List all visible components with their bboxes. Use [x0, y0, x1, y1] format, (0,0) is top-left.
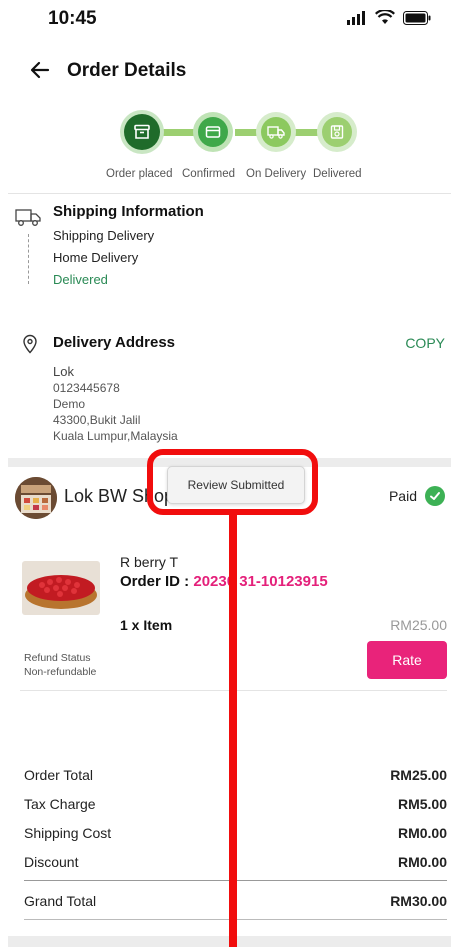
archive-box-icon [134, 124, 150, 139]
product-image [22, 561, 100, 615]
progress-step-order-placed [120, 110, 164, 154]
discount-label: Discount [24, 854, 79, 870]
progress-step-delivered [317, 112, 357, 152]
rate-button[interactable]: Rate [367, 641, 447, 679]
copy-address-button[interactable]: COPY [405, 335, 445, 351]
address-name: Lok [53, 364, 74, 379]
grand-total-label: Grand Total [24, 893, 97, 909]
annotation-highlight-box [147, 449, 318, 515]
progress-step-on-delivery [256, 112, 296, 152]
address-title: Delivery Address [53, 334, 176, 351]
order-id-label: Order ID : [120, 573, 190, 590]
address-phone: 0123445678 [53, 381, 120, 395]
truck-outline-icon [15, 209, 41, 226]
truck-icon [267, 126, 285, 139]
shipping-title: Shipping Information [53, 203, 204, 220]
tax-charge-label: Tax Charge [24, 796, 96, 812]
product-name: R berry T [120, 554, 179, 570]
progress-label: Delivered [313, 168, 362, 180]
refund-status: Refund Status Non-refundable [24, 651, 96, 679]
shipping-cost-value: RM0.00 [397, 825, 447, 841]
progress-label: Order placed [106, 168, 173, 180]
check-circle-icon [425, 486, 445, 506]
back-arrow-icon[interactable] [28, 58, 52, 82]
item-price: RM25.00 [390, 617, 447, 633]
order-id-value: 20230 31-10123915 [193, 573, 328, 590]
progress-label: On Delivery [246, 168, 307, 180]
shipping-status: Delivered [53, 272, 108, 287]
annotation-pointer-line [229, 515, 237, 947]
address-line1: Demo [53, 397, 86, 411]
grand-total-value: RM30.00 [390, 893, 447, 909]
status-time: 10:45 [48, 8, 97, 29]
order-total-value: RM25.00 [390, 767, 447, 783]
order-id: Order ID : 20230 31-10123915 [120, 573, 328, 590]
shipping-type: Home Delivery [53, 250, 139, 265]
tax-charge-value: RM5.00 [397, 796, 447, 812]
address-block: Lok 0123445678 Demo 43300,Bukit Jalil Ku… [53, 364, 178, 444]
discount-value: RM0.00 [397, 854, 447, 870]
address-line3: Kuala Lumpur,Malaysia [53, 429, 178, 443]
address-line2: 43300,Bukit Jalil [53, 413, 141, 427]
timeline-line [28, 234, 30, 284]
shop-avatar [15, 477, 57, 519]
refund-status-value: Non-refundable [24, 666, 97, 678]
box-icon [330, 125, 344, 139]
progress-connector [295, 129, 319, 136]
battery-icon [403, 10, 431, 25]
payment-status: Paid [388, 488, 417, 504]
progress-step-confirmed [193, 112, 233, 152]
location-pin-icon [23, 334, 37, 354]
card-icon [205, 126, 221, 138]
refund-status-label: Refund Status [24, 652, 91, 664]
order-total-label: Order Total [24, 767, 93, 783]
divider [8, 193, 451, 194]
shipping-cost-label: Shipping Cost [24, 825, 112, 841]
page-title: Order Details [67, 60, 187, 81]
shipping-method: Shipping Delivery [53, 228, 155, 243]
signal-icon [347, 10, 365, 25]
wifi-icon [375, 10, 395, 24]
status-icons [347, 10, 431, 25]
progress-label: Confirmed [182, 168, 236, 180]
item-quantity: 1 x Item [120, 617, 173, 633]
